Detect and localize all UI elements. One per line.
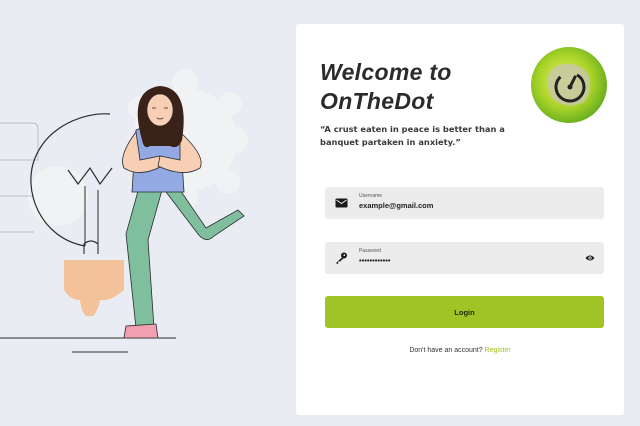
login-button[interactable]: Login xyxy=(325,296,604,328)
register-link[interactable]: Register xyxy=(485,347,511,354)
register-prompt: Don't have an account? Register xyxy=(296,347,624,354)
password-input[interactable]: •••••••••••• xyxy=(359,256,391,265)
register-prompt-text: Don't have an account? xyxy=(409,347,483,354)
wall-panels xyxy=(0,122,39,233)
eye-icon[interactable] xyxy=(585,254,595,262)
welcome-title: Welcome to OnTheDot xyxy=(320,58,452,116)
quote-line2: banquet partaken in anxiety.” xyxy=(320,137,461,147)
username-field[interactable]: Username example@gmail.com xyxy=(325,187,604,219)
welcome-title-line2: OnTheDot xyxy=(320,88,434,114)
timer-icon xyxy=(531,47,607,123)
login-card: Welcome to OnTheDot “A crust eaten in pe… xyxy=(296,24,624,415)
quote-text: “A crust eaten in peace is better than a… xyxy=(320,123,520,149)
mail-icon xyxy=(335,198,348,208)
welcome-title-line1: Welcome to xyxy=(320,59,452,85)
quote-line1: “A crust eaten in peace is better than a xyxy=(320,124,505,134)
username-input[interactable]: example@gmail.com xyxy=(359,201,433,210)
ground-lines xyxy=(0,337,176,353)
password-label: Password xyxy=(359,248,381,254)
key-icon xyxy=(336,252,347,264)
password-field[interactable]: Password •••••••••••• xyxy=(325,242,604,274)
username-label: Username xyxy=(359,193,383,199)
meditation-illustration xyxy=(0,69,248,353)
